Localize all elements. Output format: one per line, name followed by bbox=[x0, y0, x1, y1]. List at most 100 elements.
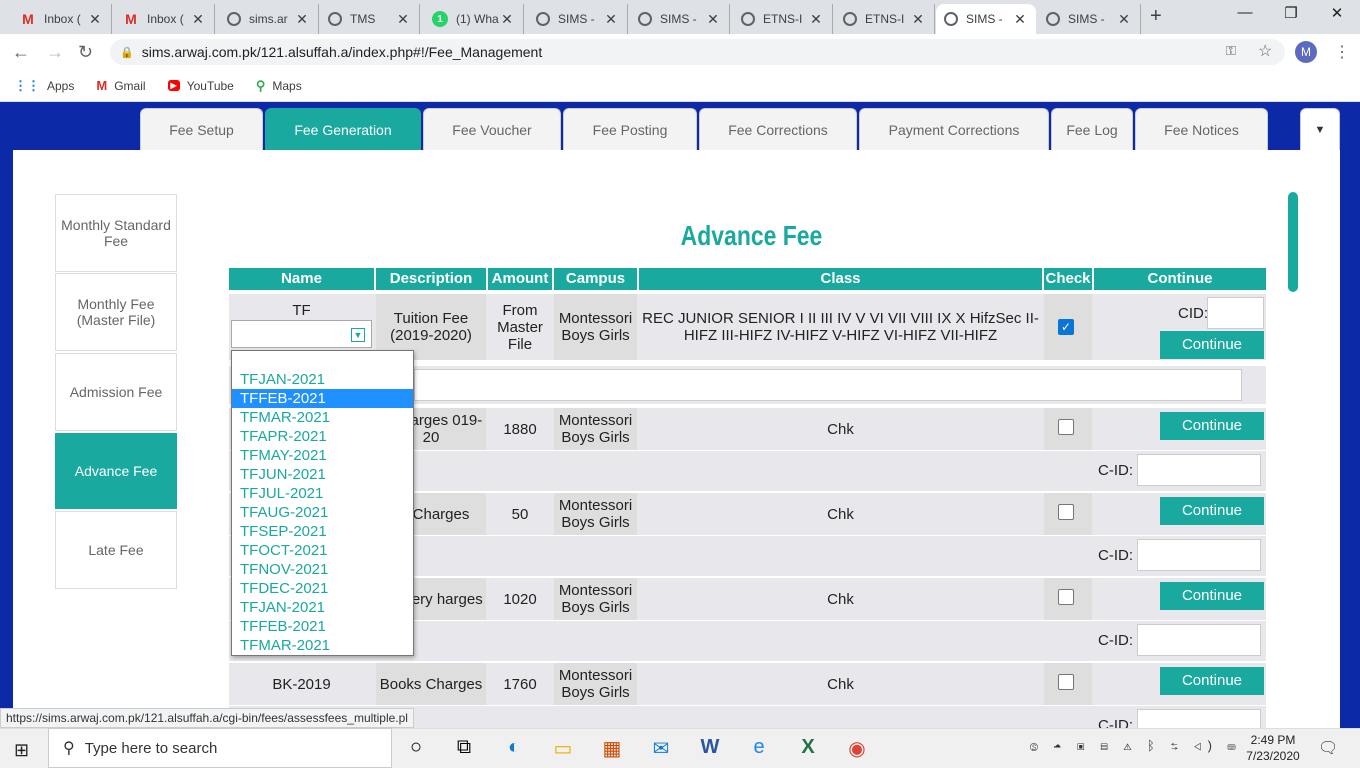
minimize-icon[interactable]: — bbox=[1222, 4, 1268, 21]
word-icon[interactable]: W bbox=[695, 736, 725, 759]
close-tab-icon[interactable]: ✕ bbox=[1012, 11, 1028, 28]
row-checkbox[interactable] bbox=[1058, 504, 1074, 520]
sidebar-item-monthly-standard-fee[interactable]: Monthly Standard Fee bbox=[55, 194, 177, 272]
dropdown-option[interactable]: TFJUL-2021 bbox=[232, 484, 413, 503]
dropdown-option[interactable]: TFFEB-2021 bbox=[232, 617, 413, 636]
scrollbar-thumb[interactable] bbox=[1288, 192, 1298, 292]
dropdown-option[interactable] bbox=[232, 351, 413, 370]
windows-start-icon[interactable]: ⊞ bbox=[14, 740, 29, 761]
dropdown-option[interactable]: TFAUG-2021 bbox=[232, 503, 413, 522]
browser-tab[interactable]: TMS ✕ bbox=[320, 4, 420, 34]
tab-fee-log[interactable]: Fee Log bbox=[1051, 108, 1133, 150]
bookmark-apps[interactable]: ⋮⋮ Apps bbox=[14, 78, 74, 94]
bookmark-gmail[interactable]: M Gmail bbox=[96, 78, 145, 93]
reload-icon[interactable]: ↻ bbox=[78, 42, 93, 63]
close-tab-icon[interactable]: ✕ bbox=[499, 11, 515, 28]
close-tab-icon[interactable]: ✕ bbox=[294, 11, 310, 28]
cid-input[interactable] bbox=[1137, 454, 1261, 486]
tab-fee-posting[interactable]: Fee Posting bbox=[563, 108, 697, 150]
dropdown-option[interactable]: TFJUN-2021 bbox=[232, 465, 413, 484]
tab-fee-generation[interactable]: Fee Generation bbox=[265, 108, 421, 150]
dropdown-option[interactable]: TFJAN-2021 bbox=[232, 598, 413, 617]
key-icon[interactable]: ⚿ bbox=[1226, 43, 1236, 59]
close-tab-icon[interactable]: ✕ bbox=[87, 11, 103, 28]
row-checkbox[interactable] bbox=[1058, 589, 1074, 605]
text-input[interactable] bbox=[414, 369, 1242, 401]
dropdown-option[interactable]: TFMAR-2021 bbox=[232, 636, 413, 655]
browser-tab[interactable]: SIMS - ✕ bbox=[528, 4, 628, 34]
cid-input[interactable] bbox=[1137, 709, 1261, 728]
dropdown-option[interactable]: TFAPR-2021 bbox=[232, 427, 413, 446]
tab-fee-voucher[interactable]: Fee Voucher bbox=[423, 108, 561, 150]
dropdown-option[interactable]: TFMAY-2021 bbox=[232, 446, 413, 465]
bookmark-maps[interactable]: ⚲ Maps bbox=[256, 78, 302, 94]
dropdown-option[interactable]: TFSEP-2021 bbox=[232, 522, 413, 541]
cortana-icon[interactable]: ○ bbox=[401, 736, 431, 759]
system-tray-icons[interactable]: Ⓢ ☁ ▣ ▤ ⚠ ᛒ ⇆ ◁) ⌨ bbox=[1030, 738, 1241, 753]
notifications-icon[interactable]: 🗨 bbox=[1318, 738, 1338, 758]
dropdown-option[interactable]: TFDEC-2021 bbox=[232, 579, 413, 598]
sidebar-item-advance-fee[interactable]: Advance Fee bbox=[55, 433, 177, 509]
dropdown-option[interactable]: TFJAN-2021 bbox=[232, 370, 413, 389]
excel-icon[interactable]: X bbox=[793, 736, 823, 759]
close-window-icon[interactable]: ✕ bbox=[1314, 4, 1360, 22]
browser-tab[interactable]: M Inbox (✕ bbox=[115, 4, 215, 34]
close-tab-icon[interactable]: ✕ bbox=[705, 11, 721, 28]
dropdown-option[interactable]: TFNOV-2021 bbox=[232, 560, 413, 579]
dropdown-option[interactable]: TFMAR-2021 bbox=[232, 408, 413, 427]
avatar[interactable]: M bbox=[1295, 41, 1317, 63]
browser-tab[interactable]: M Inbox (✕ bbox=[12, 4, 112, 34]
tab-payment-corrections[interactable]: Payment Corrections bbox=[859, 108, 1049, 150]
browser-tab[interactable]: 1 (1) Wha ✕ bbox=[424, 4, 524, 34]
name-select[interactable]: ▼ bbox=[231, 320, 372, 348]
continue-button[interactable]: Continue bbox=[1160, 331, 1264, 359]
cid-input[interactable] bbox=[1137, 539, 1261, 571]
store-icon[interactable]: ▦ bbox=[597, 736, 627, 761]
close-tab-icon[interactable]: ✕ bbox=[910, 11, 926, 28]
new-tab-button[interactable]: + bbox=[1150, 5, 1162, 28]
task-view-icon[interactable]: ⧉ bbox=[449, 736, 479, 759]
tabs-more-dropdown-icon[interactable]: ▼ bbox=[1300, 108, 1340, 150]
browser-tab[interactable]: ETNS-I ✕ bbox=[733, 4, 833, 34]
close-tab-icon[interactable]: ✕ bbox=[190, 11, 206, 28]
tab-fee-notices[interactable]: Fee Notices bbox=[1135, 108, 1268, 150]
cid-input[interactable] bbox=[1137, 624, 1261, 656]
browser-tab[interactable]: SIMS - ✕ bbox=[936, 4, 1036, 34]
close-tab-icon[interactable]: ✕ bbox=[808, 11, 824, 28]
edge-icon[interactable]: ◐ bbox=[499, 736, 529, 759]
continue-button[interactable]: Continue bbox=[1160, 497, 1264, 525]
sidebar-item-monthly-fee-master[interactable]: Monthly Fee (Master File) bbox=[55, 273, 177, 351]
continue-button[interactable]: Continue bbox=[1160, 667, 1264, 695]
dropdown-option[interactable]: TFOCT-2021 bbox=[232, 541, 413, 560]
continue-button[interactable]: Continue bbox=[1160, 582, 1264, 610]
cid-input[interactable] bbox=[1207, 297, 1264, 329]
browser-tab[interactable]: SIMS - ✕ bbox=[630, 4, 730, 34]
taskbar-search-box[interactable]: ⚲ Type here to search bbox=[48, 728, 392, 768]
bookmark-youtube[interactable]: ▶ YouTube bbox=[167, 79, 234, 93]
mail-icon[interactable]: ✉ bbox=[646, 736, 676, 761]
row-checkbox[interactable] bbox=[1058, 419, 1074, 435]
tab-fee-setup[interactable]: Fee Setup bbox=[140, 108, 263, 150]
chrome-icon[interactable]: ◉ bbox=[842, 736, 872, 761]
row-checkbox[interactable] bbox=[1058, 674, 1074, 690]
browser-tab[interactable]: SIMS - ✕ bbox=[1038, 4, 1141, 34]
continue-button[interactable]: Continue bbox=[1160, 412, 1264, 440]
restore-icon[interactable]: ❐ bbox=[1268, 4, 1314, 22]
close-tab-icon[interactable]: ✕ bbox=[395, 11, 411, 28]
internet-explorer-icon[interactable]: e bbox=[744, 736, 774, 759]
forward-icon[interactable]: → bbox=[46, 42, 64, 63]
row-checkbox[interactable]: ✓ bbox=[1058, 319, 1074, 335]
close-tab-icon[interactable]: ✕ bbox=[1116, 11, 1132, 28]
clock[interactable]: 2:49 PM 7/23/2020 bbox=[1244, 732, 1302, 764]
address-bar[interactable]: 🔒 sims.arwaj.com.pk/121.alsuffah.a/index… bbox=[110, 39, 1285, 65]
dropdown-option[interactable]: TFFEB-2021 bbox=[232, 389, 413, 408]
file-explorer-icon[interactable]: ▭ bbox=[548, 736, 578, 761]
close-tab-icon[interactable]: ✕ bbox=[603, 11, 619, 28]
browser-tab[interactable]: sims.ar ✕ bbox=[219, 4, 319, 34]
browser-tab[interactable]: ETNS-I ✕ bbox=[835, 4, 935, 34]
sidebar-item-admission-fee[interactable]: Admission Fee bbox=[55, 353, 177, 431]
sidebar-item-late-fee[interactable]: Late Fee bbox=[55, 511, 177, 589]
back-icon[interactable]: ← bbox=[12, 42, 30, 63]
menu-icon[interactable]: ⋮ bbox=[1334, 42, 1350, 62]
star-icon[interactable]: ☆ bbox=[1258, 41, 1272, 61]
